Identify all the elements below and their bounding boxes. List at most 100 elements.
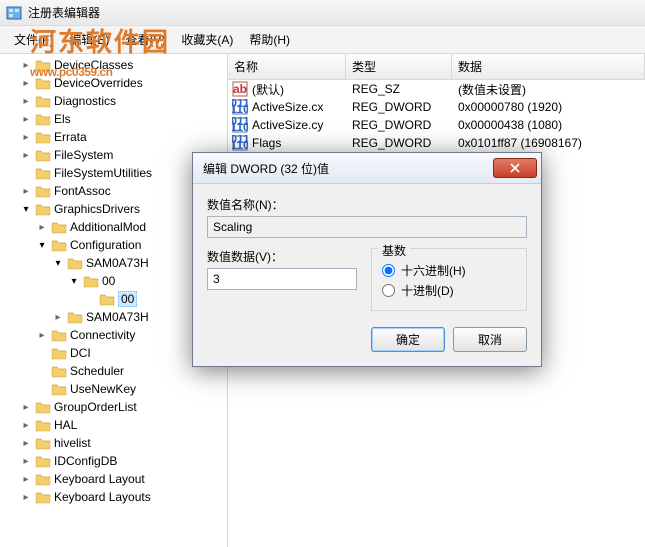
list-row[interactable]: ActiveSize.cxREG_DWORD0x00000780 (1920)	[228, 98, 645, 116]
folder-icon	[51, 220, 67, 234]
tree-node[interactable]: ▸GroupOrderList	[0, 398, 227, 416]
menu-favorites[interactable]: 收藏夹(A)	[173, 28, 241, 51]
value-type: REG_SZ	[346, 82, 452, 96]
tree-node[interactable]: ▸ Diagnostics	[0, 92, 227, 110]
tree-node[interactable]: ▸ Els	[0, 110, 227, 128]
chevron-right-icon[interactable]: ▸	[20, 78, 32, 89]
tree-label: Scheduler	[70, 364, 124, 378]
tree-node[interactable]: ▸DeviceOverrides	[0, 74, 227, 92]
tree-label: DCI	[70, 346, 91, 360]
tree-node[interactable]: ▸ Errata	[0, 128, 227, 146]
tree-label: HAL	[54, 418, 77, 432]
tree-label: Errata	[54, 130, 87, 144]
chevron-down-icon[interactable]: ▾	[36, 240, 48, 251]
chevron-right-icon[interactable]: ▸	[20, 96, 32, 107]
chevron-right-icon[interactable]: ▸	[20, 492, 32, 503]
chevron-right-icon[interactable]: ▸	[20, 186, 32, 197]
col-type[interactable]: 类型	[346, 54, 452, 79]
edit-dword-dialog: 编辑 DWORD (32 位)值 数值名称(N)： 数值数据(V)： 基数 十六…	[192, 152, 542, 367]
folder-icon	[35, 148, 51, 162]
window-titlebar: 注册表编辑器	[0, 0, 645, 26]
value-data: 0x00000780 (1920)	[452, 100, 645, 114]
chevron-right-icon[interactable]: ▸	[36, 330, 48, 341]
dword-value-icon	[232, 135, 248, 151]
ok-button[interactable]: 确定	[371, 327, 445, 352]
folder-icon	[35, 436, 51, 450]
radio-dec[interactable]: 十进制(D)	[382, 282, 516, 299]
folder-icon	[35, 454, 51, 468]
tree-node[interactable]: ▸IDConfigDB	[0, 452, 227, 470]
window-title: 注册表编辑器	[28, 4, 100, 21]
tree-label: Keyboard Layout	[54, 472, 145, 486]
folder-icon	[35, 472, 51, 486]
chevron-right-icon[interactable]: ▸	[20, 150, 32, 161]
value-data-label: 数值数据(V)：	[207, 248, 357, 265]
value-type: REG_DWORD	[346, 136, 452, 150]
list-row[interactable]: Flags REG_DWORD0x0101ff87 (16908167)	[228, 134, 645, 152]
radio-dec-input[interactable]	[382, 284, 395, 297]
list-row[interactable]: ActiveSize.cyREG_DWORD0x00000438 (1080)	[228, 116, 645, 134]
folder-icon	[99, 292, 115, 306]
menu-file[interactable]: 文件(F)	[6, 28, 61, 51]
folder-icon	[67, 310, 83, 324]
menu-help[interactable]: 帮助(H)	[241, 28, 298, 51]
tree-label: FontAssoc	[54, 184, 111, 198]
value-data: 0x0101ff87 (16908167)	[452, 136, 645, 150]
value-name: Flags	[252, 136, 281, 150]
chevron-right-icon[interactable]: ▸	[20, 402, 32, 413]
chevron-right-icon[interactable]: ▸	[20, 438, 32, 449]
tree-label: FileSystem	[54, 148, 113, 162]
chevron-down-icon[interactable]: ▾	[68, 276, 80, 287]
chevron-right-icon[interactable]: ▸	[20, 132, 32, 143]
menu-view[interactable]: 查看(V)	[117, 28, 173, 51]
folder-icon	[35, 418, 51, 432]
folder-icon	[35, 112, 51, 126]
tree-node[interactable]: ▸ Keyboard Layouts	[0, 488, 227, 506]
chevron-right-icon[interactable]: ▸	[36, 222, 48, 233]
value-data: 0x00000438 (1080)	[452, 118, 645, 132]
menu-edit[interactable]: 编辑(E)	[61, 28, 117, 51]
tree-label: UseNewKey	[70, 382, 136, 396]
chevron-right-icon[interactable]: ▸	[20, 420, 32, 431]
tree-node[interactable]: ▸ HAL	[0, 416, 227, 434]
menubar: 文件(F) 编辑(E) 查看(V) 收藏夹(A) 帮助(H)	[0, 26, 645, 54]
dialog-titlebar[interactable]: 编辑 DWORD (32 位)值	[193, 153, 541, 184]
chevron-down-icon[interactable]: ▾	[20, 204, 32, 215]
tree-node[interactable]: UseNewKey	[0, 380, 227, 398]
chevron-right-icon[interactable]: ▸	[20, 114, 32, 125]
radio-hex-input[interactable]	[382, 264, 395, 277]
list-row[interactable]: (默认)REG_SZ(数值未设置)	[228, 80, 645, 98]
tree-label: Els	[54, 112, 71, 126]
chevron-down-icon[interactable]: ▾	[52, 258, 64, 269]
folder-icon	[35, 130, 51, 144]
chevron-right-icon[interactable]: ▸	[20, 60, 32, 71]
radio-hex[interactable]: 十六进制(H)	[382, 262, 516, 279]
tree-label: 00	[102, 274, 115, 288]
regedit-icon	[6, 5, 22, 21]
tree-label: Keyboard Layouts	[54, 490, 151, 504]
tree-label: SAM0A73H	[86, 256, 149, 270]
col-name[interactable]: 名称	[228, 54, 346, 79]
base-fieldset: 基数 十六进制(H) 十进制(D)	[371, 248, 527, 311]
dword-value-icon	[232, 99, 248, 115]
tree-node[interactable]: ▸ Keyboard Layout	[0, 470, 227, 488]
value-data-input[interactable]	[207, 268, 357, 290]
col-data[interactable]: 数据	[452, 54, 645, 79]
folder-icon	[83, 274, 99, 288]
folder-icon	[35, 202, 51, 216]
chevron-right-icon[interactable]: ▸	[52, 312, 64, 323]
folder-icon	[35, 490, 51, 504]
tree-node[interactable]: ▸DeviceClasses	[0, 56, 227, 74]
tree-node[interactable]: ▸ hivelist	[0, 434, 227, 452]
tree-label: Diagnostics	[54, 94, 116, 108]
chevron-right-icon[interactable]: ▸	[20, 456, 32, 467]
dialog-close-button[interactable]	[493, 158, 537, 178]
chevron-right-icon[interactable]: ▸	[20, 474, 32, 485]
tree-label: hivelist	[54, 436, 91, 450]
folder-icon	[51, 346, 67, 360]
value-name-input[interactable]	[207, 216, 527, 238]
tree-label: Configuration	[70, 238, 141, 252]
cancel-button[interactable]: 取消	[453, 327, 527, 352]
value-name-label: 数值名称(N)：	[207, 196, 527, 213]
folder-icon	[35, 184, 51, 198]
